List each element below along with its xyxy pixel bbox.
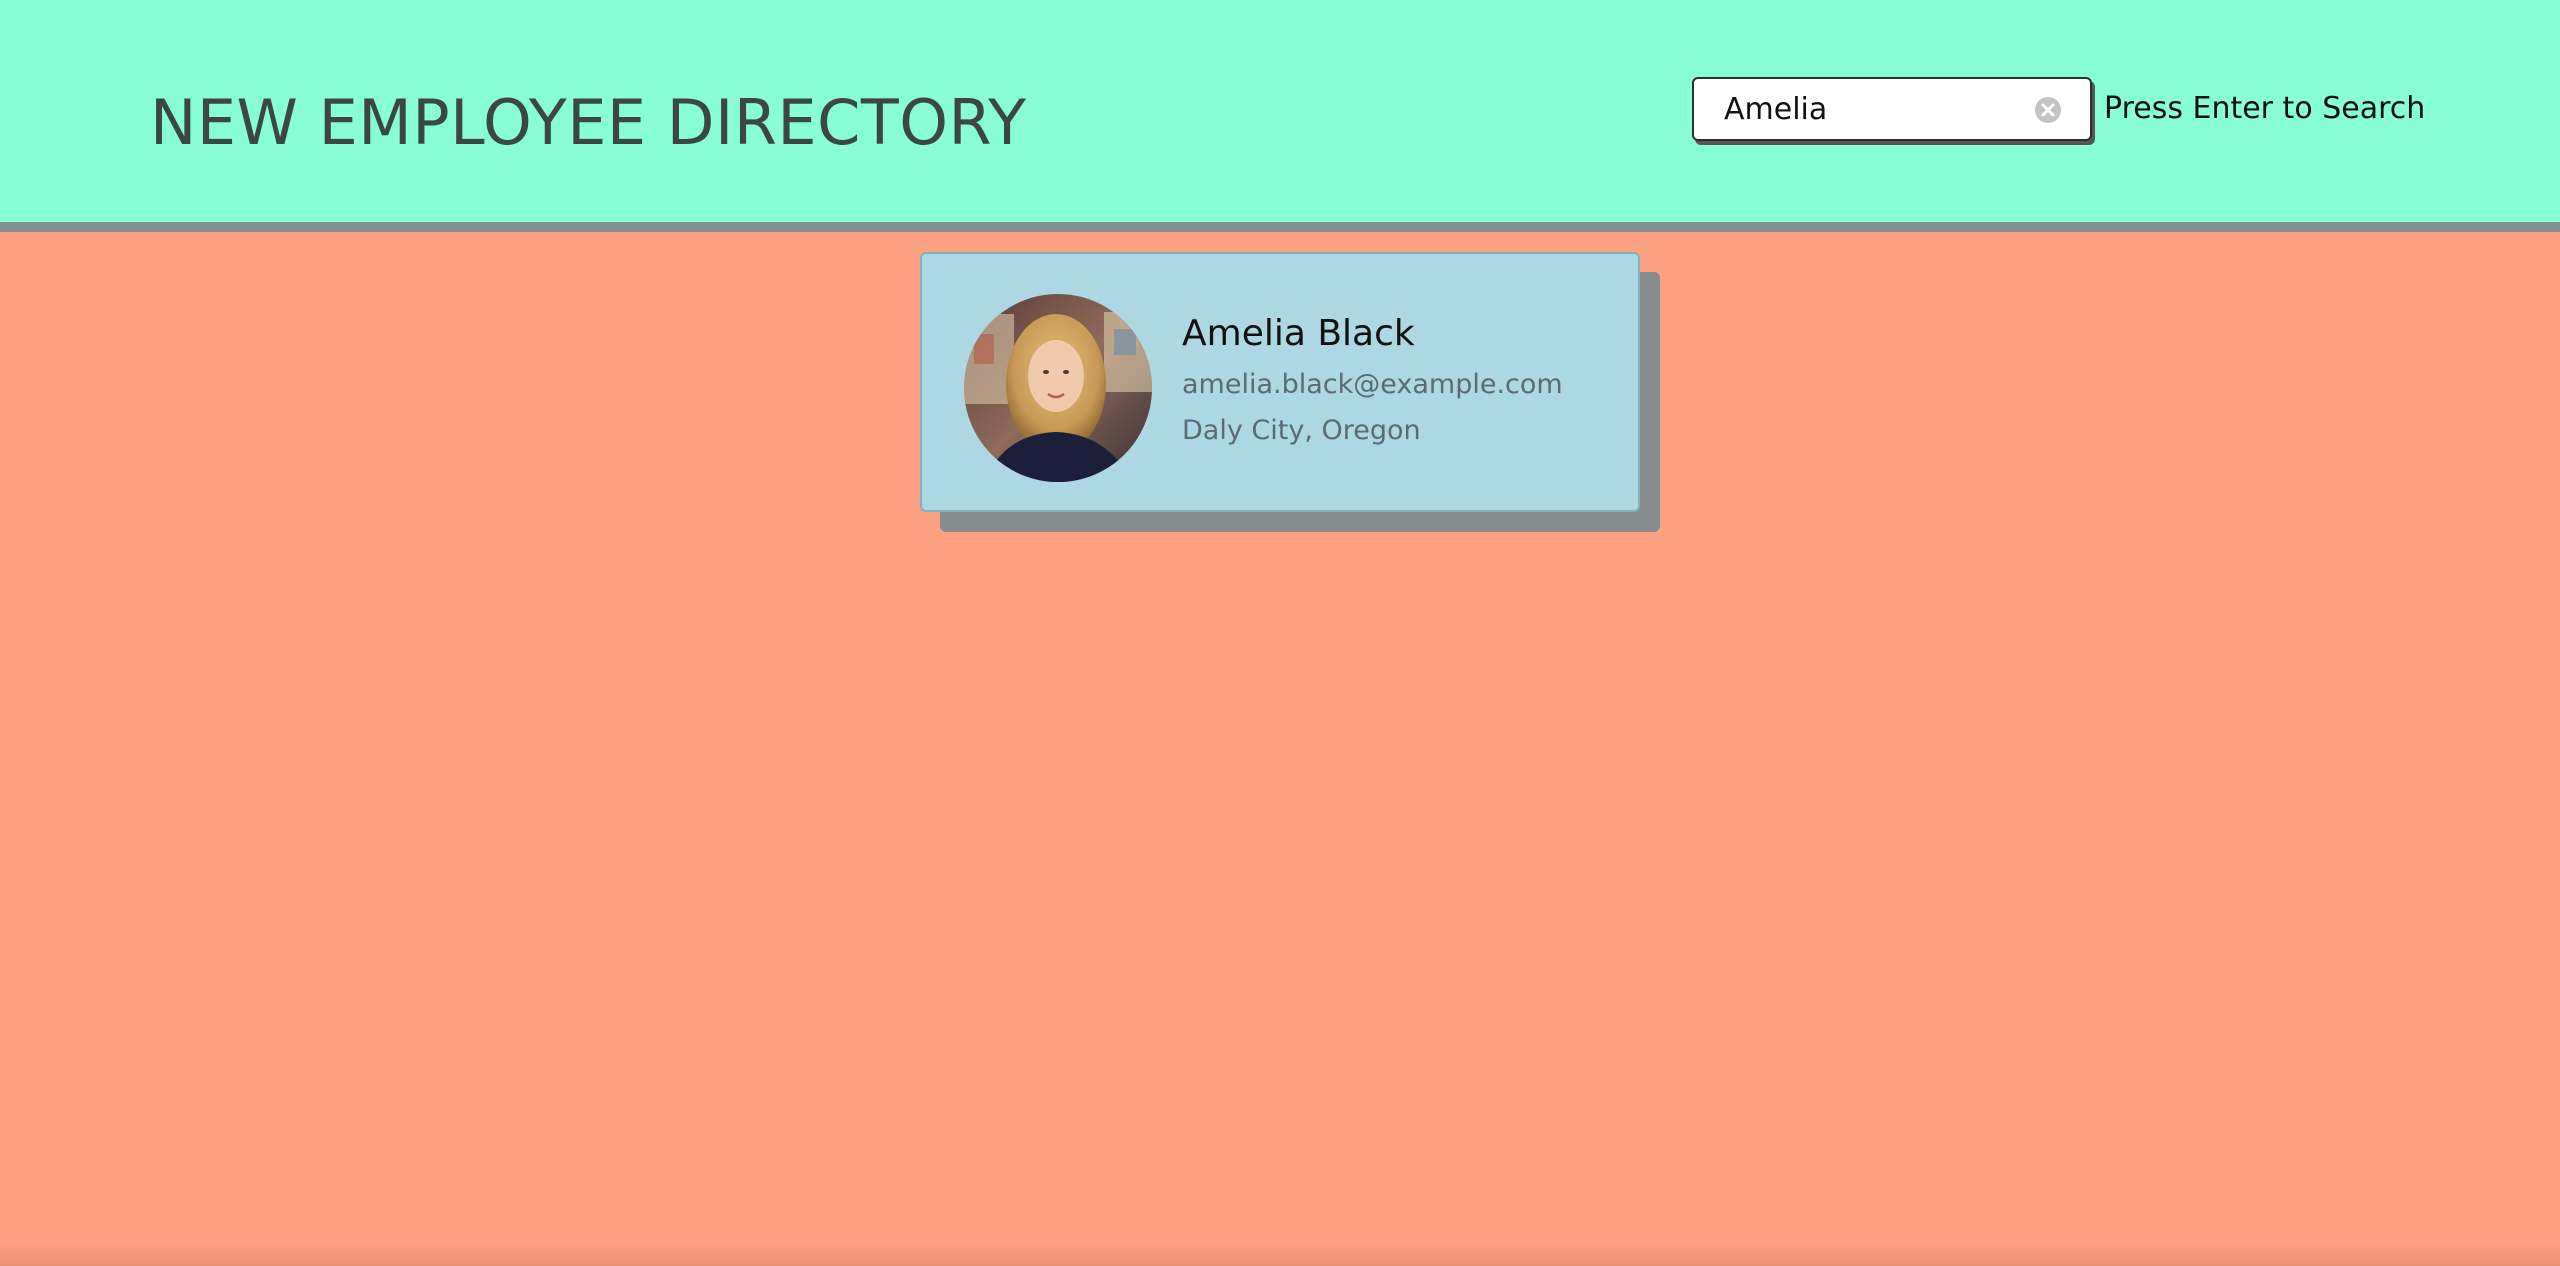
employee-photo	[964, 294, 1152, 482]
search-box[interactable]	[1692, 77, 2092, 141]
page-title: NEW EMPLOYEE DIRECTORY	[150, 86, 1027, 159]
bottom-shadow	[0, 1242, 2560, 1266]
employee-name: Amelia Black	[1182, 313, 1415, 354]
avatar	[964, 294, 1152, 482]
employee-card[interactable]: Amelia Black amelia.black@example.com Da…	[920, 252, 1640, 512]
clear-circle-icon[interactable]	[2034, 96, 2062, 124]
employee-email: amelia.black@example.com	[1182, 369, 1563, 400]
search-hint-label: Press Enter to Search	[2104, 91, 2426, 126]
employee-location: Daly City, Oregon	[1182, 415, 1421, 446]
app-header: NEW EMPLOYEE DIRECTORY Press Enter to Se…	[0, 0, 2560, 232]
search-input[interactable]	[1724, 87, 2024, 131]
